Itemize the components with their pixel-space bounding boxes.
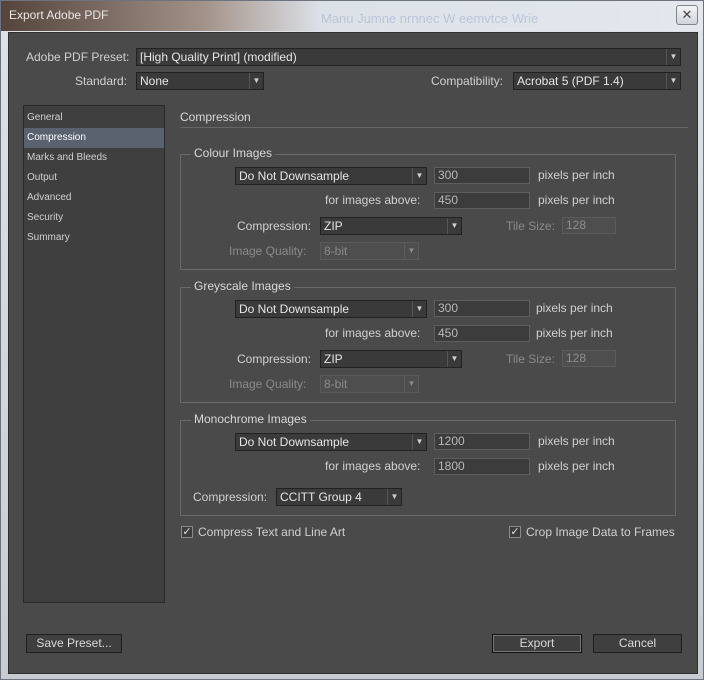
chevron-down-icon: ▼ bbox=[666, 49, 680, 65]
grey-compression-dropdown[interactable]: ZIP ▼ bbox=[320, 350, 462, 368]
greyscale-images-title: Greyscale Images bbox=[191, 279, 294, 293]
grey-above-input[interactable]: 450 bbox=[434, 325, 530, 342]
compatibility-dropdown[interactable]: Acrobat 5 (PDF 1.4) ▼ bbox=[513, 72, 681, 90]
crop-image-checkbox[interactable]: ✓ bbox=[509, 526, 521, 538]
chevron-down-icon: ▼ bbox=[412, 301, 426, 317]
sidebar-item-general[interactable]: General bbox=[24, 108, 164, 128]
mono-compression-dropdown[interactable]: CCITT Group 4 ▼ bbox=[276, 488, 402, 506]
dialog-body: Adobe PDF Preset: [High Quality Print] (… bbox=[8, 32, 698, 674]
compatibility-value: Acrobat 5 (PDF 1.4) bbox=[517, 74, 624, 88]
mono-ppi-unit: pixels per inch bbox=[538, 434, 615, 448]
sidebar-item-marks-and-bleeds[interactable]: Marks and Bleeds bbox=[24, 148, 164, 168]
colour-quality-label: Image Quality: bbox=[229, 244, 307, 258]
standard-value: None bbox=[140, 74, 169, 88]
mono-above-input[interactable]: 1800 bbox=[434, 458, 530, 475]
monochrome-images-title: Monochrome Images bbox=[191, 412, 310, 426]
chevron-down-icon: ▼ bbox=[387, 489, 401, 505]
mono-above-unit: pixels per inch bbox=[538, 459, 615, 473]
mono-ppi-input[interactable]: 1200 bbox=[434, 433, 530, 450]
colour-compression-dropdown[interactable]: ZIP ▼ bbox=[320, 217, 462, 235]
mono-above-label: for images above: bbox=[325, 459, 421, 473]
colour-images-title: Colour Images bbox=[191, 146, 276, 160]
mono-compression-value: CCITT Group 4 bbox=[280, 490, 362, 504]
compress-text-label: Compress Text and Line Art bbox=[198, 525, 346, 539]
grey-compression-value: ZIP bbox=[324, 352, 343, 366]
mono-downsample-value: Do Not Downsample bbox=[239, 435, 350, 449]
colour-downsample-dropdown[interactable]: Do Not Downsample ▼ bbox=[235, 167, 427, 185]
grey-ppi-unit: pixels per inch bbox=[536, 301, 613, 315]
mono-downsample-dropdown[interactable]: Do Not Downsample ▼ bbox=[235, 433, 427, 451]
colour-above-unit: pixels per inch bbox=[538, 193, 615, 207]
export-pdf-dialog: Export Adobe PDF Manu Jumne nrnnec W eem… bbox=[0, 0, 704, 680]
colour-tile-input[interactable]: 128 bbox=[562, 217, 616, 234]
chevron-down-icon: ▼ bbox=[249, 73, 263, 89]
chevron-down-icon: ▼ bbox=[412, 168, 426, 184]
mono-compression-label: Compression: bbox=[193, 490, 268, 504]
colour-downsample-value: Do Not Downsample bbox=[239, 169, 350, 183]
sidebar-item-security[interactable]: Security bbox=[24, 208, 164, 228]
colour-above-label: for images above: bbox=[325, 193, 421, 207]
colour-ppi-input[interactable]: 300 bbox=[434, 167, 530, 184]
colour-above-input[interactable]: 450 bbox=[434, 192, 530, 209]
close-icon[interactable]: ✕ bbox=[676, 5, 698, 25]
compress-text-checkbox[interactable]: ✓ bbox=[181, 526, 193, 538]
colour-quality-value: 8-bit bbox=[324, 244, 348, 258]
compatibility-label: Compatibility: bbox=[431, 74, 504, 88]
colour-ppi-unit: pixels per inch bbox=[538, 168, 615, 182]
chevron-down-icon: ▼ bbox=[447, 218, 461, 234]
preset-dropdown[interactable]: [High Quality Print] (modified) ▼ bbox=[136, 48, 681, 66]
save-preset-button[interactable]: Save Preset... bbox=[26, 634, 122, 653]
category-list: General Compression Marks and Bleeds Out… bbox=[23, 105, 165, 603]
preset-value: [High Quality Print] (modified) bbox=[140, 50, 297, 64]
sidebar-item-advanced[interactable]: Advanced bbox=[24, 188, 164, 208]
sidebar-item-summary[interactable]: Summary bbox=[24, 228, 164, 248]
colour-quality-dropdown[interactable]: 8-bit ▼ bbox=[320, 242, 419, 260]
sidebar-item-compression[interactable]: Compression bbox=[24, 128, 164, 148]
background-document-text: Manu Jumne nrnnec W eemvtce Wrie bbox=[321, 11, 539, 26]
grey-tile-label: Tile Size: bbox=[506, 352, 555, 366]
grey-downsample-dropdown[interactable]: Do Not Downsample ▼ bbox=[235, 300, 427, 318]
chevron-down-icon: ▼ bbox=[666, 73, 680, 89]
grey-compression-label: Compression: bbox=[237, 352, 312, 366]
grey-quality-value: 8-bit bbox=[324, 377, 348, 391]
title-bar: Export Adobe PDF Manu Jumne nrnnec W eem… bbox=[1, 1, 703, 31]
colour-compression-label: Compression: bbox=[237, 219, 312, 233]
export-button[interactable]: Export bbox=[492, 634, 582, 653]
chevron-down-icon: ▼ bbox=[404, 376, 418, 392]
chevron-down-icon: ▼ bbox=[447, 351, 461, 367]
colour-compression-value: ZIP bbox=[324, 219, 343, 233]
crop-image-label: Crop Image Data to Frames bbox=[526, 525, 675, 539]
sidebar-item-output[interactable]: Output bbox=[24, 168, 164, 188]
grey-above-unit: pixels per inch bbox=[536, 326, 613, 340]
standard-dropdown[interactable]: None ▼ bbox=[136, 72, 264, 90]
cancel-button[interactable]: Cancel bbox=[593, 634, 682, 653]
preset-label: Adobe PDF Preset: bbox=[26, 50, 130, 64]
grey-above-label: for images above: bbox=[325, 326, 421, 340]
section-title: Compression bbox=[180, 110, 251, 124]
chevron-down-icon: ▼ bbox=[412, 434, 426, 450]
chevron-down-icon: ▼ bbox=[404, 243, 418, 259]
grey-downsample-value: Do Not Downsample bbox=[239, 302, 350, 316]
grey-ppi-input[interactable]: 300 bbox=[434, 300, 530, 317]
window-title: Export Adobe PDF bbox=[9, 8, 109, 22]
grey-quality-label: Image Quality: bbox=[229, 377, 307, 391]
section-divider bbox=[180, 127, 688, 128]
colour-tile-label: Tile Size: bbox=[506, 219, 555, 233]
standard-label: Standard: bbox=[75, 74, 128, 88]
grey-tile-input[interactable]: 128 bbox=[562, 350, 616, 367]
grey-quality-dropdown[interactable]: 8-bit ▼ bbox=[320, 375, 419, 393]
